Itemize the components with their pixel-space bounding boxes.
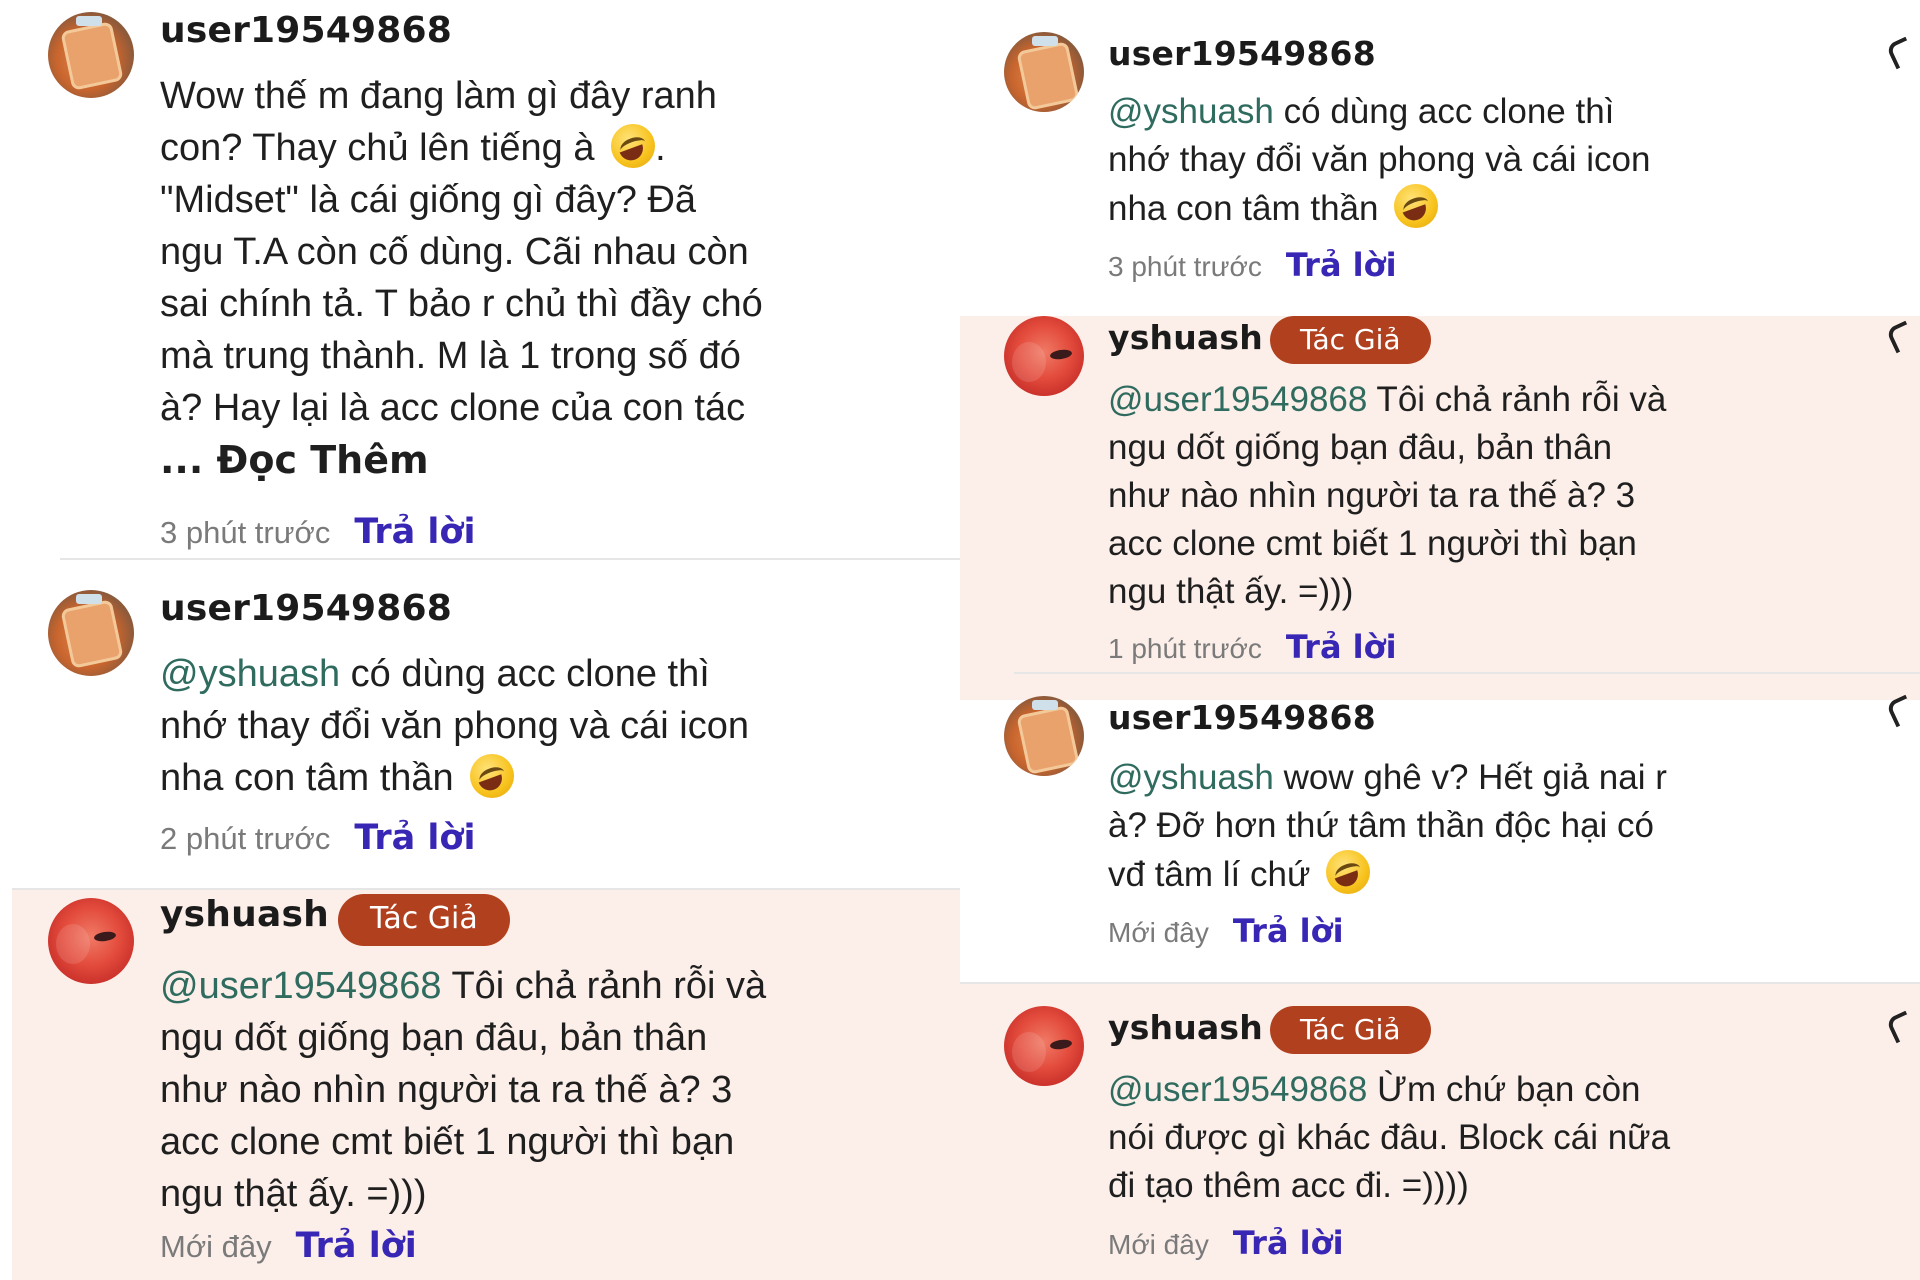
avatar[interactable] [1004,696,1084,776]
comment-text: @yshuash có dùng acc clone thì nhớ thay … [1108,92,1651,228]
reply-button[interactable]: Trả lời [296,1226,417,1266]
mention-link[interactable]: @yshuash [160,653,340,695]
avatar[interactable] [1004,32,1084,112]
rofl-emoji-icon [1326,850,1371,894]
author-badge: Tác Giả [338,894,510,946]
more-options-icon[interactable] [1885,320,1917,354]
avatar[interactable] [1004,316,1084,396]
comment-text: @user19549868 Tôi chả rảnh rỗi và ngu dố… [1108,380,1667,611]
author-comment-item: yshuash Tác Giả @user19549868 Ừm chứ bạn… [960,982,1920,1280]
comment-meta: 3 phút trước Trả lời [160,512,475,552]
username[interactable]: yshuash [160,894,329,935]
reply-button[interactable]: Trả lời [1233,912,1344,950]
more-options-icon[interactable] [1885,694,1917,728]
rofl-emoji-icon [470,754,515,798]
read-more-link[interactable]: ... Đọc Thêm [160,434,840,486]
reply-button[interactable]: Trả lời [1286,246,1397,284]
comment-meta: Mới đây Trả lời [1108,1224,1344,1262]
rofl-emoji-icon [611,124,656,168]
avatar[interactable] [1004,1006,1084,1086]
timestamp: 3 phút trước [1108,251,1262,282]
mention-link[interactable]: @yshuash [1108,92,1274,131]
author-comment-item: yshuash Tác Giả @user19549868 Tôi chả rả… [12,888,960,1280]
reply-button[interactable]: Trả lời [1286,628,1397,666]
comment-meta: Mới đây Trả lời [160,1226,417,1266]
username[interactable]: user19549868 [1108,34,1376,73]
right-screenshot: user19549868 @yshuash có dùng acc clone … [960,0,1920,1280]
username[interactable]: yshuash [1108,318,1263,357]
comment-text: @yshuash có dùng acc clone thì nhớ thay … [160,653,749,799]
timestamp: Mới đây [1108,1229,1209,1260]
comment-text: @user19549868 Ừm chứ bạn còn nói được gì… [1108,1070,1671,1205]
username[interactable]: user19549868 [160,588,452,629]
comment-item: user19549868 Wow thế m đang làm gì đây r… [0,0,960,558]
comment-text: @yshuash wow ghê v? Hết giả nai r à? Đỡ … [1108,758,1667,894]
mention-link[interactable]: @user19549868 [1108,1070,1367,1109]
author-comment-item: yshuash Tác Giả @user19549868 Tôi chả rả… [960,316,1920,700]
timestamp: 3 phút trước [160,515,331,550]
mention-link[interactable]: @yshuash [1108,758,1274,797]
reply-button[interactable]: Trả lời [354,818,475,858]
timestamp: Mới đây [160,1229,272,1264]
avatar[interactable] [48,12,134,98]
reply-button[interactable]: Trả lời [354,512,475,552]
rofl-emoji-icon [1394,184,1439,228]
comment-meta: Mới đây Trả lời [1108,912,1344,950]
timestamp: 1 phút trước [1108,633,1262,664]
more-options-icon[interactable] [1885,1010,1917,1044]
mention-link[interactable]: @user19549868 [160,965,442,1007]
username[interactable]: user19549868 [1108,698,1376,737]
left-screenshot: user19549868 Wow thế m đang làm gì đây r… [0,0,960,1280]
author-badge: Tác Giả [1270,1006,1431,1054]
comment-item: user19549868 @yshuash có dùng acc clone … [960,0,1920,316]
comment-text: @user19549868 Tôi chả rảnh rỗi và ngu dố… [160,965,767,1215]
comment-item: user19549868 @yshuash có dùng acc clone … [48,558,960,888]
comment-meta: 3 phút trước Trả lời [1108,246,1397,284]
comment-meta: 1 phút trước Trả lời [1108,628,1397,666]
timestamp: 2 phút trước [160,821,331,856]
comment-text: Wow thế m đang làm gì đây ranh con? Thay… [160,70,840,486]
reply-button[interactable]: Trả lời [1233,1224,1344,1262]
username[interactable]: user19549868 [160,10,452,51]
more-options-icon[interactable] [1885,36,1917,70]
avatar[interactable] [48,898,134,984]
comment-meta: 2 phút trước Trả lời [160,818,475,858]
author-badge: Tác Giả [1270,316,1431,364]
avatar[interactable] [48,590,134,676]
mention-link[interactable]: @user19549868 [1108,380,1367,419]
timestamp: Mới đây [1108,917,1209,948]
comment-item: user19549868 @yshuash wow ghê v? Hết giả… [1004,672,1920,982]
username[interactable]: yshuash [1108,1008,1263,1047]
